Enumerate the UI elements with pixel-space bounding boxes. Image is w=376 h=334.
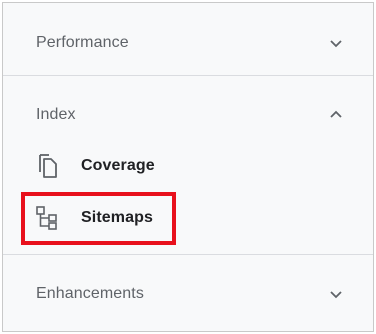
- sitemap-tree-icon: [33, 204, 61, 232]
- section-performance-label: Performance: [36, 34, 129, 51]
- section-enhancements-header[interactable]: Enhancements: [3, 274, 373, 314]
- nav-item-sitemaps[interactable]: Sitemaps: [33, 202, 153, 234]
- section-enhancements-label: Enhancements: [36, 285, 144, 302]
- chevron-down-icon: [330, 40, 342, 48]
- sidebar-panel: Performance Index Coverage Sitemaps Enha…: [2, 2, 374, 332]
- nav-item-coverage-label: Coverage: [81, 157, 155, 174]
- nav-item-coverage[interactable]: Coverage: [33, 150, 155, 182]
- divider: [3, 75, 373, 76]
- chevron-down-icon: [330, 291, 342, 299]
- divider: [3, 254, 373, 255]
- section-index-label: Index: [36, 106, 76, 123]
- chevron-up-icon: [330, 110, 342, 118]
- copy-pages-icon: [33, 152, 61, 180]
- section-performance-header[interactable]: Performance: [3, 23, 373, 63]
- section-index-header[interactable]: Index: [3, 95, 373, 135]
- nav-item-sitemaps-label: Sitemaps: [81, 209, 153, 226]
